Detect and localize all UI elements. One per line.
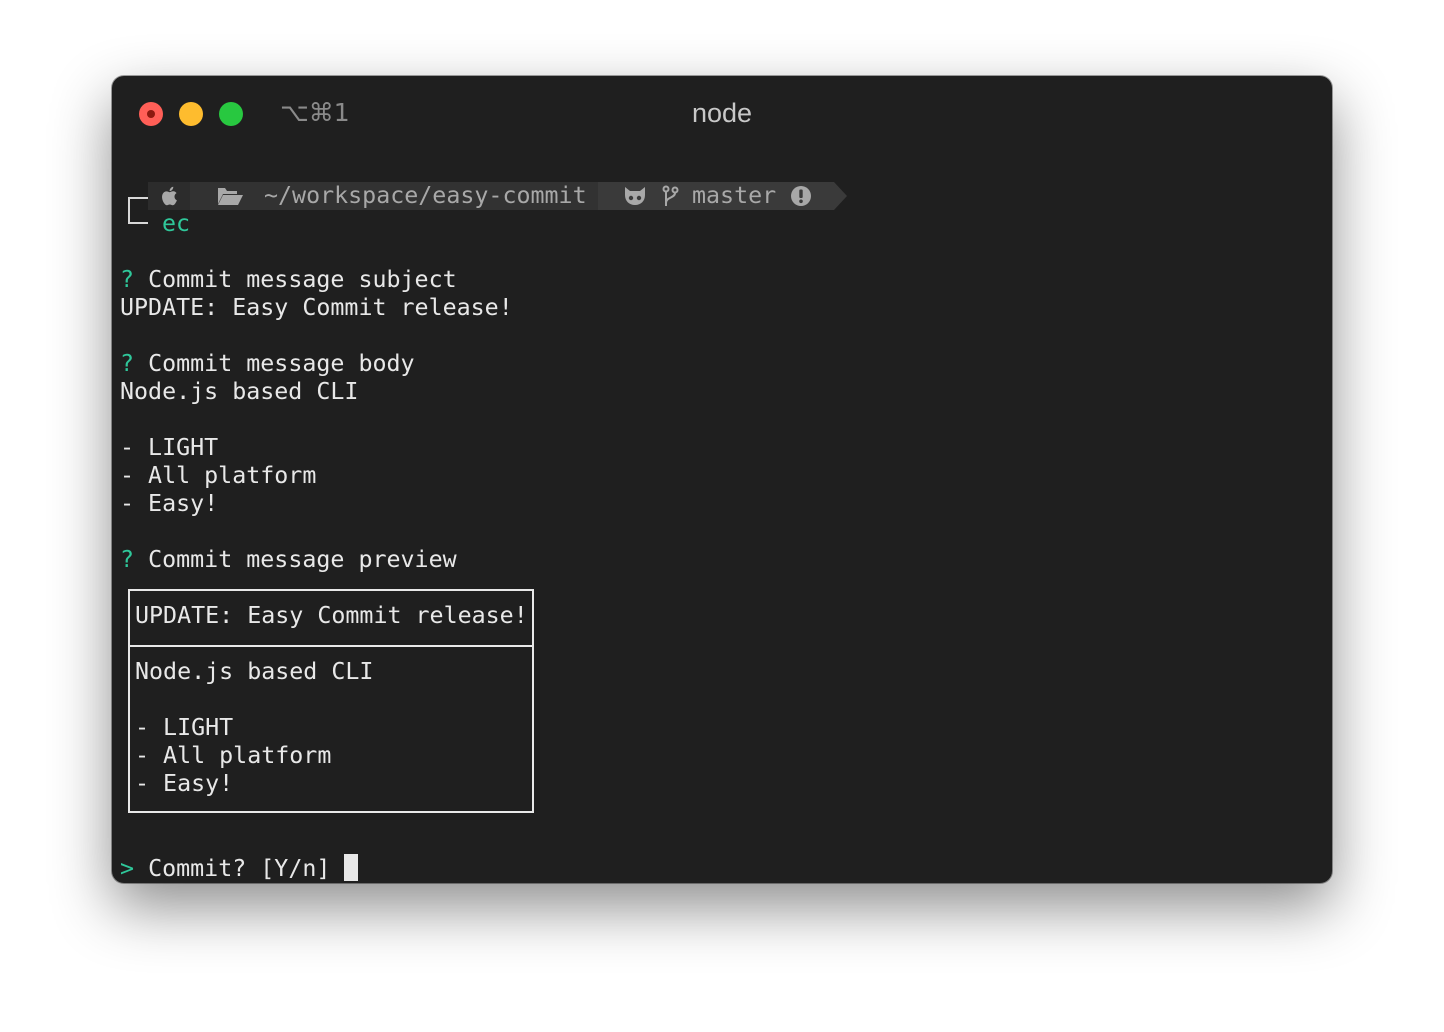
text-cursor (344, 854, 359, 881)
prompt-segment-path: ~/workspace/easy-commit (190, 182, 598, 210)
question-body: ? Commit message body (120, 350, 415, 378)
question-body-label: Commit message body (148, 350, 415, 377)
prompt-separator (834, 182, 847, 210)
prompt-path: ~/workspace/easy-commit (264, 182, 587, 209)
question-mark: ? (120, 546, 135, 573)
preview-body-line: - LIGHT (135, 714, 234, 741)
question-preview-label: Commit message preview (148, 546, 457, 573)
preview-body-line: - Easy! (135, 770, 234, 797)
preview-divider (130, 645, 532, 647)
title-bar: ⌥⌘1 node (112, 76, 1332, 152)
folder-open-icon (217, 188, 243, 205)
answer-body-line: - All platform (120, 462, 317, 489)
terminal-content[interactable]: ~/workspace/easy-commit master ec ? Comm… (112, 76, 1332, 882)
question-mark: ? (120, 266, 135, 293)
prompt-bracket (128, 197, 148, 224)
prompt-bar: ~/workspace/easy-commit master (148, 182, 847, 210)
prompt-segment-os (148, 182, 190, 210)
question-subject-label: Commit message subject (148, 266, 457, 293)
prompt-segment-git: master (598, 182, 834, 210)
commit-preview-box: UPDATE: Easy Commit release! Node.js bas… (128, 589, 534, 813)
answer-body-line: Node.js based CLI (120, 378, 359, 405)
confirm-marker: > (120, 855, 135, 882)
prompt-branch: master (692, 182, 777, 209)
git-branch-icon (662, 185, 679, 206)
question-subject: ? Commit message subject (120, 266, 457, 294)
answer-subject: UPDATE: Easy Commit release! (120, 294, 513, 321)
question-preview: ? Commit message preview (120, 546, 457, 574)
confirm-prompt[interactable]: > Commit? [Y/n] (120, 854, 359, 882)
window-title: node (691, 98, 753, 128)
alert-circle-icon (791, 186, 811, 206)
confirm-text: Commit? [Y/n] (148, 855, 331, 882)
preview-body-line: - All platform (135, 742, 332, 769)
preview-subject: UPDATE: Easy Commit release! (135, 602, 528, 629)
apple-icon (162, 186, 177, 206)
command-input: ec (162, 210, 191, 237)
github-icon (625, 187, 645, 205)
answer-body-line: - LIGHT (120, 434, 219, 461)
question-mark: ? (120, 350, 135, 377)
answer-body-line: - Easy! (120, 490, 219, 517)
preview-body-line: Node.js based CLI (135, 658, 374, 685)
terminal-window: ⌥⌘1 node ~/workspace/easy-commit master … (112, 76, 1332, 883)
